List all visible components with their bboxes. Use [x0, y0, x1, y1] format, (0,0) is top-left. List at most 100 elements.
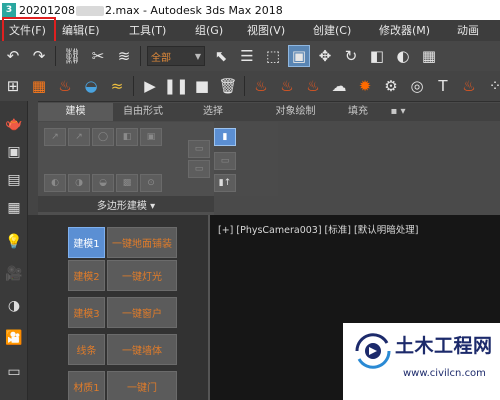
teapot-icon[interactable]: 🫖	[3, 113, 25, 135]
cmd-right-button-1[interactable]: 一键灯光	[107, 260, 177, 291]
ribbon-tool-icon[interactable]: ↗	[68, 128, 90, 146]
cmd-right-button-4[interactable]: 一键门	[107, 371, 177, 400]
dots-icon[interactable]: ⁘	[484, 75, 500, 97]
sphere-icon[interactable]: ◑	[3, 295, 25, 317]
title-bar: 3 20201208 2.max - Autodesk 3ds Max 2018	[0, 0, 500, 20]
title-prefix: 20201208	[19, 3, 75, 17]
play-icon[interactable]: ▶	[139, 75, 161, 97]
cmd-left-button-4[interactable]: 材质1	[68, 371, 105, 400]
menu-views[interactable]: 视图(V)	[240, 20, 306, 41]
toolbar-divider	[244, 76, 245, 96]
cmd-left-button-2[interactable]: 建模3	[68, 297, 105, 328]
redo-icon[interactable]: ↷	[28, 45, 50, 67]
fire-effect-icon[interactable]: ♨	[54, 75, 76, 97]
ribbon-tool-icon[interactable]: ▭	[188, 140, 210, 158]
move-icon[interactable]: ✥	[314, 45, 336, 67]
tab-freeform[interactable]: 自由形式	[113, 103, 173, 121]
ribbon-tool-icon[interactable]: ▣	[140, 128, 162, 146]
trash-icon[interactable]: 🗑	[217, 75, 239, 97]
select-by-name-icon[interactable]: ☰	[236, 45, 258, 67]
placement-icon[interactable]: ◐	[392, 45, 414, 67]
cmd-left-button-0[interactable]: 建模1	[68, 227, 105, 258]
title-suffix: 2.max - Autodesk 3ds Max 2018	[105, 3, 283, 17]
ribbon-tool-icon[interactable]: ▭	[214, 152, 236, 170]
ribbon-tool-icon[interactable]: ⊙	[140, 174, 162, 192]
bind-spacewarp-icon[interactable]: ≋	[113, 45, 135, 67]
flame-icon[interactable]: ✹	[354, 75, 376, 97]
cmd-left-button-3[interactable]: 线条	[68, 334, 105, 365]
menu-bar: 文件(F) 编辑(E) 工具(T) 组(G) 视图(V) 创建(C) 修改器(M…	[0, 20, 500, 41]
ribbon-side-panel: ▮ ▭ ▮↑	[214, 122, 278, 196]
ribbon-tool-icon[interactable]: ▭	[188, 160, 210, 178]
ribbon-tool-icon[interactable]: ◒	[92, 174, 114, 192]
tab-populate[interactable]: 填充	[338, 103, 378, 121]
more-tools-icon[interactable]: ▦	[418, 45, 440, 67]
camera-icon[interactable]: 🎥	[3, 263, 25, 285]
menu-group[interactable]: 组(G)	[188, 20, 240, 41]
selection-filter-dropdown[interactable]: 全部 ▼	[147, 46, 205, 66]
ribbon-active-tool-icon[interactable]: ▮	[214, 128, 236, 146]
calculator-icon[interactable]: ▤	[3, 169, 25, 191]
cmd-left-button-1[interactable]: 建模2	[68, 260, 105, 291]
material-editor-icon[interactable]: ▣	[3, 141, 25, 163]
pause-icon[interactable]: ❚❚	[163, 75, 188, 97]
unlink-icon[interactable]: ✂	[87, 45, 109, 67]
ribbon: 建模 自由形式 选择 对象绘制 填充 ▪ ▾ ↗ ↗ ◯ ◧ ▣ ◐ ◑ ◒ ▩…	[38, 101, 500, 216]
menu-animation[interactable]: 动画	[450, 20, 486, 41]
3ds-max-logo-icon[interactable]: 3	[2, 3, 16, 17]
ribbon-tool-icon[interactable]: ◑	[68, 174, 90, 192]
cmd-right-button-2[interactable]: 一键窗户	[107, 297, 177, 328]
shape-icon[interactable]: ◎	[406, 75, 428, 97]
menu-modifiers[interactable]: 修改器(M)	[372, 20, 450, 41]
text-icon[interactable]: T	[432, 75, 454, 97]
note-icon[interactable]: ▭	[3, 361, 25, 383]
fire-icon-2[interactable]: ♨	[276, 75, 298, 97]
light-bulb-icon[interactable]: 💡	[3, 231, 25, 253]
render-setup-icon[interactable]: ▦	[28, 75, 50, 97]
rotate-icon[interactable]: ↻	[340, 45, 362, 67]
grid-settings-icon[interactable]: ⊞	[2, 75, 24, 97]
toolbar-divider	[140, 46, 141, 66]
polygon-modeling-footer[interactable]: 多边形建模 ▾	[38, 196, 214, 212]
gear-icon[interactable]: ⚙	[380, 75, 402, 97]
ribbon-tool-icon[interactable]: ◧	[116, 128, 138, 146]
scale-icon[interactable]: ◧	[366, 45, 388, 67]
menu-edit[interactable]: 编辑(E)	[55, 20, 122, 41]
ribbon-tool-icon[interactable]: ◯	[92, 128, 114, 146]
ribbon-tool-icon[interactable]: ◐	[44, 174, 66, 192]
cmd-right-button-0[interactable]: 一键地面铺装	[107, 227, 177, 258]
ribbon-tool-icon[interactable]: ▮↑	[214, 174, 236, 192]
undo-icon[interactable]: ↶	[2, 45, 24, 67]
command-panel: 建模1 一键地面铺装 建模2 一键灯光 建模3 一键窗户 线条 一键墙体 材质1…	[28, 215, 208, 400]
ribbon-tool-icon[interactable]: ↗	[44, 128, 66, 146]
fire-icon-1[interactable]: ♨	[250, 75, 272, 97]
smoke-icon[interactable]: ☁	[328, 75, 350, 97]
toolbar-divider	[55, 46, 56, 66]
cmd-right-button-3[interactable]: 一键墙体	[107, 334, 177, 365]
tab-options[interactable]: ▪ ▾	[378, 103, 418, 121]
redacted-filename	[76, 5, 104, 16]
tab-object-paint[interactable]: 对象绘制	[253, 103, 338, 121]
video-camera-icon[interactable]: 🎦	[3, 327, 25, 349]
civilcn-logo-icon	[355, 333, 391, 369]
window-crossing-icon[interactable]: ▣	[288, 45, 310, 67]
tab-modeling[interactable]: 建模	[38, 103, 113, 121]
fire-icon-3[interactable]: ♨	[302, 75, 324, 97]
main-toolbar: ↶ ↷ ⛓ ✂ ≋ 全部 ▼ ⬉ ☰ ⬚ ▣ ✥ ↻ ◧ ◐ ▦	[0, 41, 500, 71]
viewport-label[interactable]: [+] [PhysCamera003] [标准] [默认明暗处理]	[218, 222, 418, 236]
layers-icon[interactable]: ▦	[3, 197, 25, 219]
menu-tools[interactable]: 工具(T)	[122, 20, 188, 41]
fire-icon-4[interactable]: ♨	[458, 75, 480, 97]
rectangular-selection-icon[interactable]: ⬚	[262, 45, 284, 67]
site-watermark: 土木工程网 www.civilcn.com	[343, 323, 500, 400]
watermark-site-name: 土木工程网	[395, 335, 493, 357]
link-icon[interactable]: ⛓	[61, 45, 83, 67]
wave-icon[interactable]: ≈	[106, 75, 128, 97]
stop-icon[interactable]: ■	[191, 75, 213, 97]
watermark-url: www.civilcn.com	[403, 368, 486, 379]
menu-create[interactable]: 创建(C)	[306, 20, 372, 41]
water-effect-icon[interactable]: ◒	[80, 75, 102, 97]
ribbon-tool-icon[interactable]: ▩	[116, 174, 138, 192]
select-object-icon[interactable]: ⬉	[210, 45, 232, 67]
tab-selection[interactable]: 选择	[173, 103, 253, 121]
